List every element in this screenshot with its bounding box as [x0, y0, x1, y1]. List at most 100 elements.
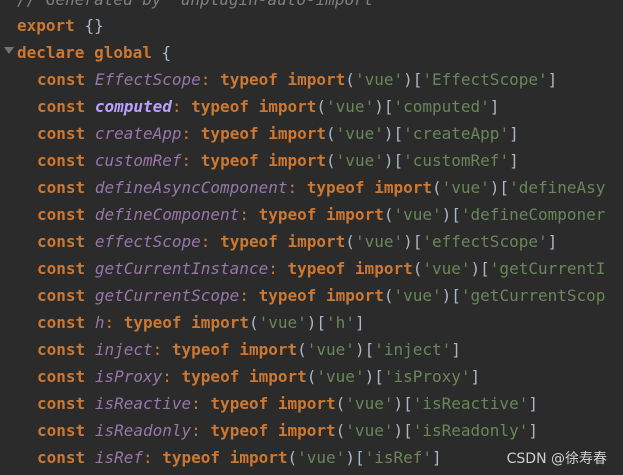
paren-close-bracket: )[: [470, 259, 490, 278]
paren-open: (: [412, 259, 423, 278]
key-string: 'EffectScope': [422, 70, 548, 89]
module-string: 'vue': [335, 124, 384, 143]
identifier: isReactive: [94, 394, 192, 413]
watermark: CSDN @徐寿春: [506, 451, 607, 467]
paren-close-bracket: )[: [345, 448, 365, 467]
import-keyword: import: [374, 178, 432, 197]
paren-close-bracket: )[: [441, 205, 461, 224]
const-keyword: const: [37, 259, 86, 278]
typeof-keyword: typeof: [171, 340, 230, 359]
paren-close-bracket: )[: [383, 124, 404, 143]
module-string: 'vue': [345, 394, 394, 413]
key-string: 'isProxy': [383, 367, 471, 386]
module-string: 'vue': [422, 259, 471, 278]
paren-close-bracket: )[: [374, 97, 394, 116]
declare-keyword: declare: [17, 43, 85, 62]
paren-open: (: [326, 151, 336, 170]
import-keyword: import: [326, 286, 384, 305]
export-braces: {}: [84, 16, 104, 35]
typeof-keyword: typeof: [200, 124, 259, 143]
import-keyword: import: [287, 232, 346, 251]
declaration-line: const isReactive: typeof import('vue')['…: [17, 390, 538, 417]
colon: :: [104, 313, 115, 332]
const-keyword: const: [37, 313, 86, 332]
colon: :: [181, 151, 192, 170]
paren-close-bracket: )[: [441, 286, 461, 305]
declaration-line: const h: typeof import('vue')['h']: [17, 309, 365, 336]
declaration-line: const customRef: typeof import('vue')['c…: [17, 147, 519, 174]
paren-close-bracket: )[: [354, 340, 375, 359]
import-keyword: import: [277, 421, 336, 440]
const-keyword: const: [37, 97, 86, 116]
typeof-keyword: typeof: [123, 313, 182, 332]
typeof-keyword: typeof: [162, 448, 221, 467]
key-string: 'computed': [393, 97, 490, 116]
bracket-close: ]: [432, 448, 442, 467]
module-string: 'vue': [393, 205, 442, 224]
key-string: 'h': [326, 313, 355, 332]
colon: :: [287, 178, 298, 197]
bracket-close: ]: [509, 151, 519, 170]
key-string: 'isRef': [364, 448, 433, 467]
key-string: 'defineAsy: [509, 178, 606, 197]
fold-arrow-icon[interactable]: [4, 47, 14, 54]
typeof-keyword: typeof: [306, 178, 365, 197]
paren-open: (: [316, 97, 327, 116]
module-string: 'vue': [316, 367, 365, 386]
declaration-line: const computed: typeof import('vue')['co…: [17, 93, 499, 120]
code-editor[interactable]: // Generated by 'unplugin-auto-import' e…: [0, 0, 623, 475]
import-keyword: import: [229, 448, 288, 467]
module-string: 'vue': [345, 421, 394, 440]
typeof-keyword: typeof: [258, 286, 317, 305]
declaration-line: const isRef: typeof import('vue')['isRef…: [17, 444, 442, 471]
colon: :: [191, 421, 201, 440]
typeof-keyword: typeof: [191, 97, 249, 116]
const-keyword: const: [37, 340, 86, 359]
paren-close-bracket: )[: [393, 394, 413, 413]
import-keyword: import: [268, 124, 327, 143]
import-keyword: import: [354, 259, 413, 278]
paren-open: (: [335, 421, 346, 440]
identifier: isReadonly: [94, 421, 192, 440]
typeof-keyword: typeof: [200, 151, 259, 170]
export-keyword: export: [17, 16, 75, 35]
typeof-keyword: typeof: [258, 205, 317, 224]
declaration-line: const isReadonly: typeof import('vue')['…: [17, 417, 538, 444]
module-string: 'vue': [297, 448, 346, 467]
colon: :: [181, 124, 192, 143]
identifier: customRef: [94, 151, 182, 170]
module-string: 'vue': [354, 232, 404, 251]
declaration-line: const isProxy: typeof import('vue')['isP…: [17, 363, 480, 390]
import-keyword: import: [277, 394, 336, 413]
const-keyword: const: [37, 286, 86, 305]
colon: :: [239, 205, 249, 224]
colon: :: [268, 259, 278, 278]
identifier: computed: [94, 97, 172, 116]
bracket-close: ]: [528, 421, 538, 440]
paren-close-bracket: )[: [383, 151, 404, 170]
declaration-line: const createApp: typeof import('vue')['c…: [17, 120, 519, 147]
declaration-line: const getCurrentInstance: typeof import(…: [17, 255, 605, 282]
declaration-line: const EffectScope: typeof import('vue')[…: [17, 66, 557, 93]
colon: :: [191, 394, 201, 413]
identifier: getCurrentScope: [94, 286, 240, 305]
typeof-keyword: typeof: [287, 259, 346, 278]
key-string: 'getCurrentScop: [460, 286, 606, 305]
key-string: 'effectScope': [422, 232, 548, 251]
colon: :: [200, 232, 211, 251]
paren-close-bracket: )[: [489, 178, 510, 197]
module-string: 'vue': [441, 178, 490, 197]
module-string: 'vue': [306, 340, 355, 359]
colon: :: [171, 97, 182, 116]
paren-open: (: [287, 448, 298, 467]
const-keyword: const: [37, 367, 86, 386]
typeof-keyword: typeof: [181, 367, 240, 386]
paren-close-bracket: )[: [393, 421, 413, 440]
paren-open: (: [335, 394, 346, 413]
bracket-close: ]: [547, 232, 558, 251]
paren-open: (: [431, 178, 442, 197]
module-string: 'vue': [393, 286, 442, 305]
comment-text: // Generated by 'unplugin-auto-import': [17, 0, 383, 9]
module-string: 'vue': [335, 151, 384, 170]
bracket-close: ]: [509, 124, 519, 143]
